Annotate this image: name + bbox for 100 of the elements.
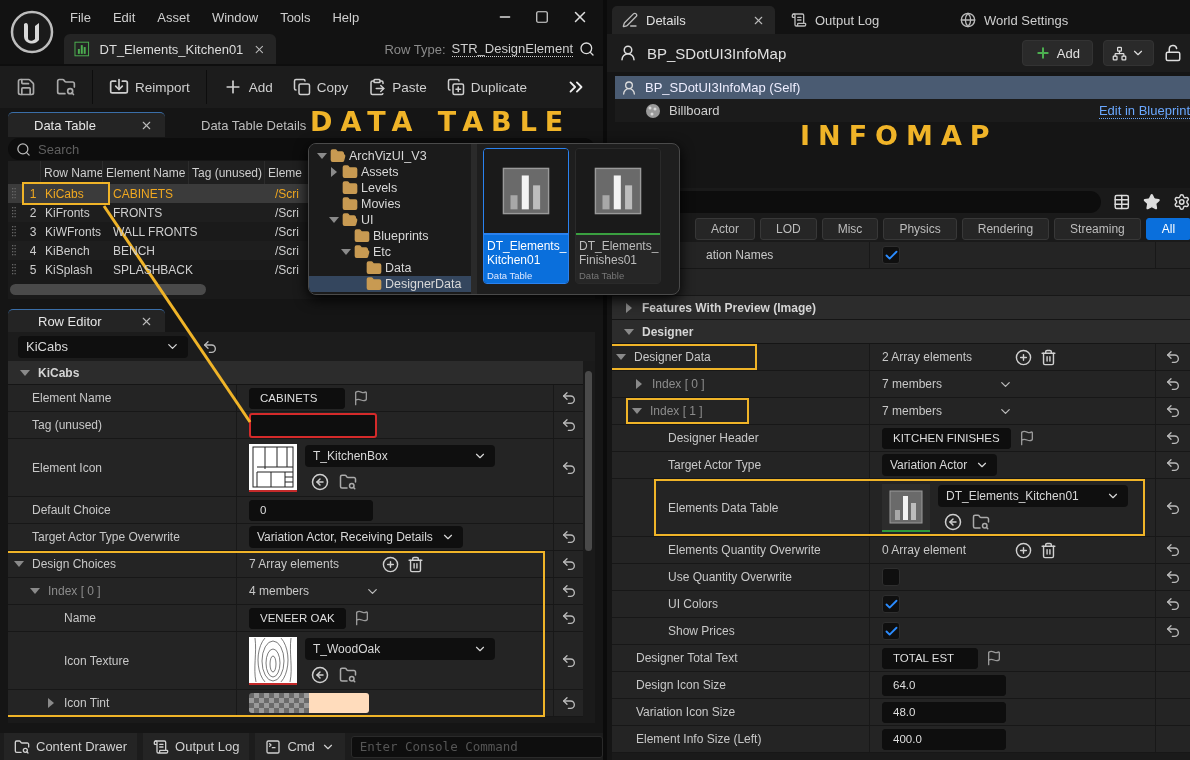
reset-icon[interactable] <box>1165 542 1181 558</box>
folder-item[interactable]: Blueprints <box>309 228 471 244</box>
folder-search-icon[interactable] <box>339 472 357 491</box>
folder-item[interactable]: Etc <box>309 244 471 260</box>
arrow-left-icon[interactable] <box>311 665 329 684</box>
folder-search-icon[interactable] <box>972 512 990 531</box>
arrow-left-icon[interactable] <box>311 472 329 491</box>
reset-icon[interactable] <box>560 583 577 599</box>
content-drawer-button[interactable]: Content Drawer <box>4 733 138 760</box>
scrollbar-thumb[interactable] <box>585 371 592 551</box>
add-element-icon[interactable] <box>1015 348 1032 366</box>
folder-item[interactable]: DesignerData <box>309 276 471 292</box>
dropdown[interactable]: Variation Actor <box>882 454 998 476</box>
engine-logo-icon[interactable] <box>10 10 54 54</box>
folder-item[interactable]: Data <box>309 260 471 276</box>
add-element-icon[interactable] <box>1015 541 1032 559</box>
caret-icon[interactable] <box>616 352 626 362</box>
reset-icon[interactable] <box>560 652 577 669</box>
text-field[interactable] <box>249 412 377 438</box>
trash-icon[interactable] <box>407 555 424 573</box>
menu-item[interactable]: Help <box>332 9 360 25</box>
asset-thumbnail[interactable] <box>882 483 930 532</box>
filter-chip[interactable]: All <box>1145 218 1190 240</box>
component-item[interactable]: Billboard Edit in Blueprint <box>615 99 1190 122</box>
checkbox[interactable] <box>882 595 900 613</box>
reset-icon[interactable] <box>1165 623 1181 639</box>
panel-tab[interactable]: Data Table <box>8 112 165 137</box>
filter-chip[interactable]: Actor <box>695 218 755 240</box>
reset-icon[interactable] <box>1165 349 1181 365</box>
menu-item[interactable]: Window <box>211 9 259 25</box>
caret-icon[interactable] <box>46 698 56 708</box>
number-field[interactable]: 0 <box>249 499 373 521</box>
asset-dropdown[interactable]: T_WoodOak <box>305 637 495 660</box>
add-element-icon[interactable] <box>382 555 399 573</box>
trash-icon[interactable] <box>1040 541 1057 559</box>
text-field[interactable]: VENEER OAK <box>249 607 346 629</box>
lock-icon[interactable] <box>1164 44 1182 62</box>
caret-icon[interactable] <box>30 586 40 596</box>
scrollbar-thumb[interactable] <box>10 283 206 295</box>
dropdown[interactable]: Variation Actor, Receiving Details <box>249 526 463 548</box>
flag-icon[interactable] <box>353 390 369 406</box>
category-header[interactable]: KiCabs <box>8 361 583 385</box>
menu-item[interactable]: Edit <box>112 9 136 25</box>
settings-icon[interactable] <box>1172 193 1190 211</box>
folder-search-icon[interactable] <box>339 665 357 684</box>
row-picker[interactable]: KiCabs <box>18 335 188 358</box>
asset-thumbnail[interactable] <box>249 443 297 492</box>
copy-button[interactable]: Copy <box>284 71 357 103</box>
category-header[interactable]: Features With Preview (Image) <box>612 296 1190 320</box>
flag-icon[interactable] <box>353 610 370 626</box>
duplicate-button[interactable]: Duplicate <box>438 71 536 103</box>
reset-icon[interactable] <box>202 338 218 355</box>
caret-icon[interactable] <box>624 326 634 337</box>
checkbox[interactable] <box>882 622 900 640</box>
caret-icon[interactable] <box>341 247 351 257</box>
caret-icon[interactable] <box>14 559 24 569</box>
reimport-button[interactable]: Reimport <box>101 71 198 103</box>
reset-icon[interactable] <box>1165 430 1181 446</box>
color-swatch[interactable] <box>249 693 369 713</box>
add-button[interactable]: Add <box>214 71 281 103</box>
menu-item[interactable]: Tools <box>280 9 311 25</box>
reset-icon[interactable] <box>560 695 577 711</box>
row-type-link[interactable]: STR_DesignElement <box>451 41 573 57</box>
filter-chip[interactable]: LOD <box>760 218 817 240</box>
paste-button[interactable]: Paste <box>360 71 435 103</box>
hierarchy-dropdown[interactable] <box>1103 40 1154 66</box>
reset-icon[interactable] <box>560 556 577 572</box>
caret-icon[interactable] <box>20 367 30 378</box>
reset-icon[interactable] <box>1165 403 1181 419</box>
number-field[interactable]: 400.0 <box>882 728 1006 750</box>
reset-icon[interactable] <box>1165 376 1181 392</box>
reset-icon[interactable] <box>560 417 577 433</box>
table-icon[interactable] <box>1113 193 1131 211</box>
trash-icon[interactable] <box>1040 348 1057 366</box>
reset-icon[interactable] <box>560 529 577 545</box>
add-button[interactable]: Add <box>1021 40 1093 66</box>
panel-tab[interactable]: Row Editor <box>8 309 165 332</box>
console-field[interactable]: Enter Console Command <box>350 735 603 758</box>
checkbox[interactable] <box>882 568 900 586</box>
category-header[interactable]: Designer <box>612 320 1190 344</box>
arrow-left-icon[interactable] <box>944 512 962 531</box>
reset-icon[interactable] <box>1165 596 1181 612</box>
caret-icon[interactable] <box>624 302 634 313</box>
filter-chip[interactable]: Physics <box>883 218 957 240</box>
caret-icon[interactable] <box>634 379 644 389</box>
reset-icon[interactable] <box>560 459 577 476</box>
caret-icon[interactable] <box>329 215 339 225</box>
search-icon[interactable] <box>579 41 595 57</box>
filter-chip[interactable]: Misc <box>821 218 879 240</box>
menu-item[interactable]: File <box>70 9 91 25</box>
asset-tile[interactable]: DT_Elements_Finishes01 Data Table <box>575 148 661 284</box>
text-field[interactable]: CABINETS <box>249 387 345 409</box>
panel-tab[interactable]: Details <box>612 6 775 34</box>
asset-tile[interactable]: DT_Elements_Kitchen01 Data Table <box>483 148 569 284</box>
reset-icon[interactable] <box>1165 457 1181 473</box>
folder-item[interactable]: Assets <box>309 164 471 180</box>
text-field[interactable]: TOTAL EST <box>882 647 978 669</box>
component-item[interactable]: BP_SDotUI3InfoMap (Self) <box>615 76 1190 99</box>
maximize-icon[interactable] <box>535 10 549 24</box>
text-field[interactable]: KITCHEN FINISHES <box>882 427 1011 449</box>
